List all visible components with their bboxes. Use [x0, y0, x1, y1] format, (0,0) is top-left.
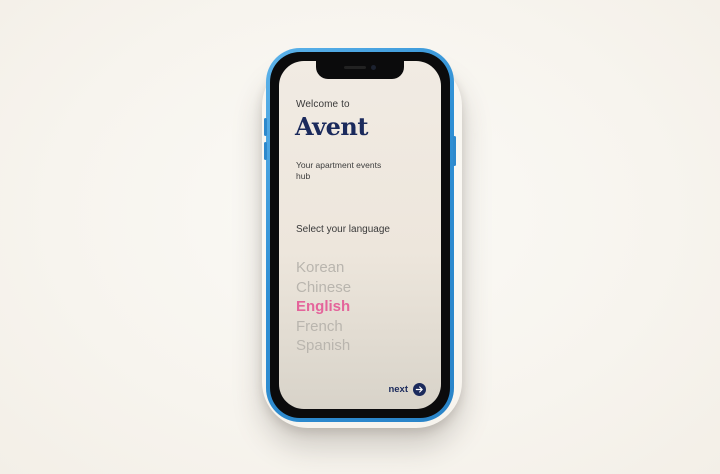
brand-logo: Avent [295, 112, 368, 141]
language-option-chinese[interactable]: Chinese [296, 278, 351, 298]
phone-bezel: Welcome to Avent Your apartment events h… [270, 52, 450, 418]
next-button-label: next [388, 384, 408, 395]
language-picker[interactable]: Korean Chinese English French Spanish [296, 258, 351, 356]
welcome-text: Welcome to [296, 99, 350, 110]
next-button[interactable]: next [388, 383, 426, 396]
arrow-right-icon [413, 383, 426, 396]
canvas: Welcome to Avent Your apartment events h… [0, 0, 720, 474]
volume-up-button [264, 118, 267, 136]
language-option-french[interactable]: French [296, 317, 351, 337]
front-camera-icon [371, 65, 376, 70]
phone-frame: Welcome to Avent Your apartment events h… [264, 48, 456, 422]
power-button [453, 136, 456, 166]
language-prompt: Select your language [296, 224, 390, 235]
notch [316, 61, 404, 79]
phone-screen: Welcome to Avent Your apartment events h… [279, 61, 441, 409]
language-option-spanish[interactable]: Spanish [296, 336, 351, 356]
speaker-grille [344, 66, 366, 69]
volume-down-button [264, 142, 267, 160]
tagline: Your apartment events hub [296, 160, 382, 181]
language-option-korean[interactable]: Korean [296, 258, 351, 278]
language-option-english[interactable]: English [296, 297, 351, 317]
